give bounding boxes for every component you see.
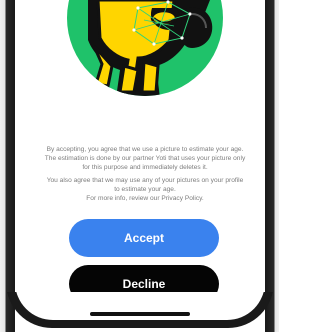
mascot-avatar-icon xyxy=(67,0,223,96)
accept-button[interactable]: Accept xyxy=(69,219,219,257)
consent-profile-pictures-text: You also agree that we may use any of yo… xyxy=(46,177,244,193)
phone-bezel-left xyxy=(0,0,15,332)
phone-bezel-right xyxy=(265,0,279,332)
privacy-policy-text[interactable]: For more info, review our Privacy Policy… xyxy=(44,194,246,203)
home-indicator[interactable] xyxy=(89,312,190,316)
mascot-illustration xyxy=(64,0,230,98)
consent-paragraph-photo-use: By accepting, you agree that we use a pi… xyxy=(44,146,246,171)
consent-paragraph-profile-pictures: You also agree that we may use any of yo… xyxy=(44,176,246,203)
phone-screen: By accepting, you agree that we use a pi… xyxy=(0,0,279,332)
